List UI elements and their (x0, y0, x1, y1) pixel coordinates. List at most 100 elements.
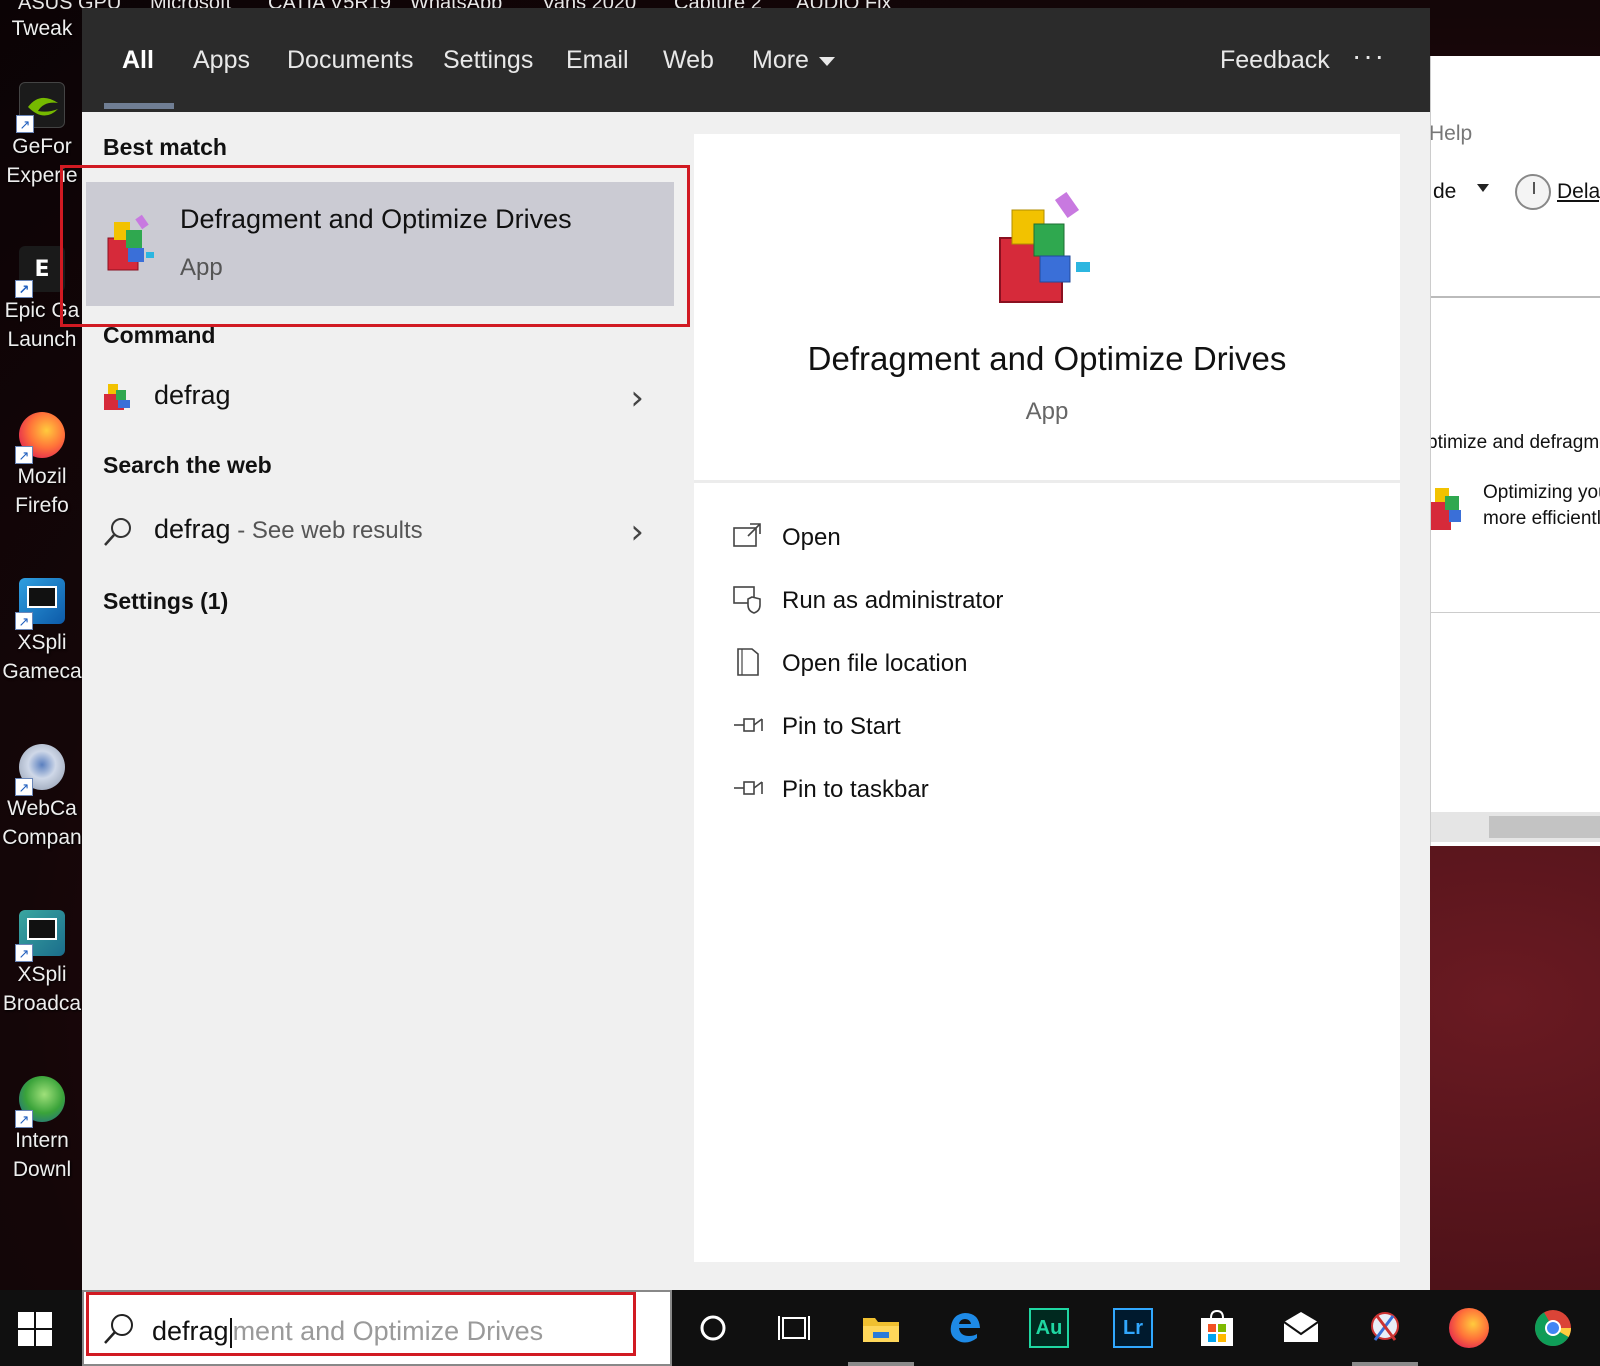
web-search-query: defrag (154, 514, 231, 544)
desktop-icon-asus-tweak[interactable]: Tweak (0, 14, 84, 43)
desktop-icon-xsplit-gamecaster[interactable]: ↗ XSpli Gameca (0, 578, 84, 686)
window-description: ptimize and defragme (1430, 432, 1600, 453)
search-panel: All Apps Documents Settings Email Web Mo… (60, 8, 1430, 1290)
action-label: Pin to Start (782, 713, 901, 740)
divider (694, 480, 1400, 483)
chevron-right-icon[interactable]: › (630, 512, 644, 552)
cortana-icon (700, 1315, 726, 1341)
defrag-app-icon (107, 214, 154, 271)
desktop-icon-label: Mozil Firefo (15, 465, 69, 517)
action-run-as-admin[interactable]: Run as administrator (732, 577, 1232, 627)
desktop-icon-webcam[interactable]: ↗ WebCa Compan (0, 744, 84, 852)
tab-all[interactable]: All (122, 46, 154, 75)
shortcut-arrow-icon: ↗ (15, 778, 33, 796)
horizontal-scrollbar[interactable] (1431, 812, 1600, 842)
section-settings[interactable]: Settings (1) (103, 588, 228, 615)
windows-logo-icon (18, 1330, 34, 1346)
snipping-tool-icon (1371, 1312, 1399, 1341)
firefox-icon (1449, 1308, 1489, 1348)
description-line: more efficiently (1483, 508, 1600, 529)
action-open[interactable]: Open (732, 514, 1232, 564)
preview-title: Defragment and Optimize Drives (807, 340, 1287, 377)
start-button[interactable] (18, 1312, 54, 1348)
cortana-button[interactable] (672, 1290, 754, 1366)
audition-icon: Au (1029, 1308, 1069, 1348)
snipping-tool-button[interactable] (1344, 1290, 1426, 1366)
results-list: Best match Defragment and Optimize Drive… (82, 112, 674, 1262)
divider (1431, 612, 1600, 613)
background-window: Help de Delay ptimize and defragme Optim… (1430, 56, 1600, 846)
search-query[interactable]: defrag ment and Optimize Drives (152, 1316, 543, 1348)
lightroom-button[interactable]: Lr (1092, 1290, 1174, 1366)
more-options-icon[interactable]: ··· (1352, 40, 1386, 72)
taskbar-search-input[interactable]: defrag ment and Optimize Drives (82, 1290, 672, 1366)
shortcut-arrow-icon: ↗ (16, 115, 34, 133)
firefox-button[interactable] (1428, 1290, 1510, 1366)
tab-web[interactable]: Web (663, 46, 714, 75)
file-explorer-icon (863, 1318, 899, 1342)
task-view-icon (778, 1316, 810, 1340)
defrag-icon (1431, 488, 1461, 530)
desktop-icon-firefox[interactable]: ↗ Mozil Firefo (0, 412, 84, 520)
section-search-web: Search the web (103, 452, 272, 478)
command-item-defrag[interactable]: defrag › (86, 368, 674, 428)
action-pin-to-start[interactable]: Pin to Start (732, 703, 1232, 753)
mail-button[interactable] (1260, 1290, 1342, 1366)
tab-more-label: More (752, 46, 809, 74)
audition-button[interactable]: Au (1008, 1290, 1090, 1366)
chrome-icon (1534, 1310, 1571, 1347)
running-indicator (848, 1362, 914, 1366)
chrome-button[interactable] (1512, 1290, 1594, 1366)
xsplit-gamecaster-icon: ↗ (15, 578, 65, 630)
tab-documents[interactable]: Documents (287, 46, 413, 75)
desktop-icon-epic[interactable]: E ↗ Epic Ga Launch (0, 246, 84, 354)
windows-logo-icon (18, 1312, 34, 1328)
shortcut-arrow-icon: ↗ (15, 280, 33, 298)
best-match-subtitle: App (180, 254, 223, 281)
section-command: Command (103, 322, 216, 348)
action-open-file-location[interactable]: Open file location (732, 640, 1232, 690)
clock-icon (1515, 174, 1551, 210)
action-pin-to-taskbar[interactable]: Pin to taskbar (732, 766, 1232, 816)
action-label: Open file location (782, 650, 968, 677)
search-typed-text: defrag (152, 1316, 229, 1346)
preview-pane: Defragment and Optimize Drives App Open … (694, 134, 1400, 1262)
running-indicator (1352, 1362, 1418, 1366)
search-icon (104, 1314, 133, 1344)
tab-more[interactable]: More (752, 46, 835, 75)
shortcut-arrow-icon: ↗ (15, 446, 33, 464)
delay-link[interactable]: Delay (1557, 180, 1600, 204)
description-line: Optimizing you (1483, 482, 1600, 503)
store-icon (1201, 1309, 1233, 1346)
best-match-item[interactable]: Defragment and Optimize Drives App (86, 182, 674, 306)
desktop-icon-label: XSpli Gameca (2, 631, 82, 683)
mail-icon (1283, 1312, 1319, 1342)
file-explorer-button[interactable] (840, 1290, 922, 1366)
scrollbar-thumb[interactable] (1489, 816, 1600, 838)
web-search-item[interactable]: defrag - See web results › (86, 502, 674, 562)
tab-settings[interactable]: Settings (443, 46, 533, 75)
help-menu[interactable]: Help (1431, 122, 1472, 146)
active-tab-indicator (104, 103, 174, 109)
store-button[interactable] (1176, 1290, 1258, 1366)
search-icon (104, 518, 131, 546)
geforce-experience-icon: ↗ (16, 82, 65, 133)
edge-button[interactable] (924, 1290, 1006, 1366)
tab-apps[interactable]: Apps (193, 46, 250, 75)
desktop-icon-idm[interactable]: ↗ Intern Downl (0, 1076, 84, 1184)
task-view-button[interactable] (756, 1290, 838, 1366)
tab-email[interactable]: Email (566, 46, 629, 75)
section-best-match: Best match (103, 134, 227, 160)
web-search-label: defrag - See web results (154, 514, 423, 545)
edge-icon (950, 1313, 980, 1343)
chevron-down-icon[interactable] (1477, 184, 1489, 192)
taskbar: defrag ment and Optimize Drives Au Lr (0, 1290, 1600, 1366)
desktop-icon-geforce[interactable]: ↗ GeFor Experie (0, 82, 84, 190)
desktop-icon-xsplit-broadcaster[interactable]: ↗ XSpli Broadca (0, 910, 84, 1018)
search-tab-bar: All Apps Documents Settings Email Web Mo… (82, 8, 1430, 112)
action-label: Open (782, 524, 841, 551)
internet-download-manager-icon: ↗ (15, 1076, 65, 1128)
feedback-button[interactable]: Feedback (1220, 46, 1330, 75)
chevron-right-icon[interactable]: › (630, 378, 644, 418)
webcam-companion-icon: ↗ (15, 744, 65, 796)
